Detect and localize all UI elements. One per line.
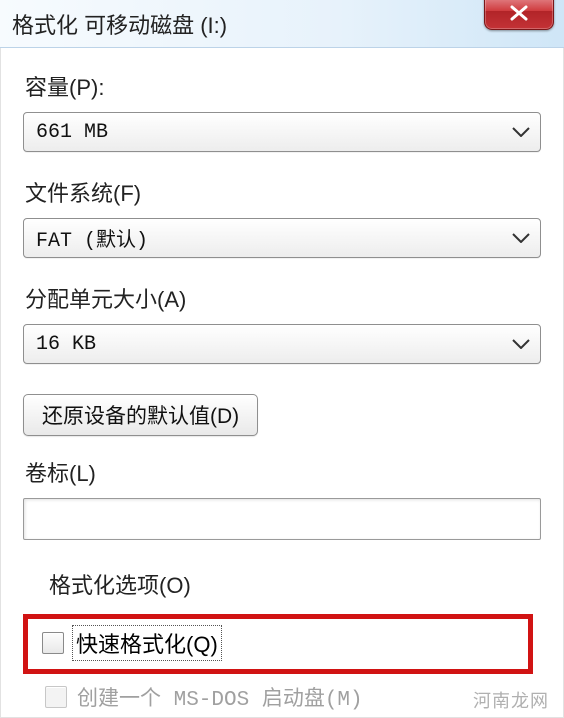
capacity-value: 661 MB <box>36 121 108 144</box>
quick-format-checkbox[interactable] <box>42 632 64 654</box>
quick-format-option[interactable]: 快速格式化(Q) <box>36 625 520 661</box>
window-title: 格式化 可移动磁盘 (I:) <box>12 8 227 40</box>
titlebar: 格式化 可移动磁盘 (I:) <box>0 0 564 48</box>
msdos-boot-option: 创建一个 MS-DOS 启动盘(M) <box>31 680 541 714</box>
chevron-down-icon <box>512 233 530 243</box>
msdos-boot-label: 创建一个 MS-DOS 启动盘(M) <box>77 682 363 712</box>
allocation-value: 16 KB <box>36 333 96 356</box>
restore-defaults-label: 还原设备的默认值(D) <box>42 400 239 430</box>
filesystem-label: 文件系统(F) <box>25 176 541 208</box>
chevron-down-icon <box>512 339 530 349</box>
close-button[interactable] <box>484 0 554 30</box>
dialog-body: 容量(P): 661 MB 文件系统(F) FAT (默认) 分配单元大小(A)… <box>0 48 564 718</box>
highlight-annotation: 快速格式化(Q) <box>23 614 533 674</box>
msdos-boot-checkbox <box>45 686 67 708</box>
volume-label: 卷标(L) <box>25 456 541 488</box>
allocation-select[interactable]: 16 KB <box>23 324 541 364</box>
volume-label-input[interactable] <box>23 498 541 540</box>
capacity-label: 容量(P): <box>25 70 541 102</box>
restore-defaults-button[interactable]: 还原设备的默认值(D) <box>23 394 258 436</box>
watermark: 河南龙网 <box>473 687 549 713</box>
quick-format-label: 快速格式化(Q) <box>74 627 220 659</box>
close-icon <box>508 5 530 21</box>
chevron-down-icon <box>512 127 530 137</box>
format-options-label: 格式化选项(O) <box>49 568 541 600</box>
filesystem-select[interactable]: FAT (默认) <box>23 218 541 258</box>
capacity-select[interactable]: 661 MB <box>23 112 541 152</box>
allocation-label: 分配单元大小(A) <box>25 282 541 314</box>
filesystem-value: FAT (默认) <box>36 223 148 253</box>
